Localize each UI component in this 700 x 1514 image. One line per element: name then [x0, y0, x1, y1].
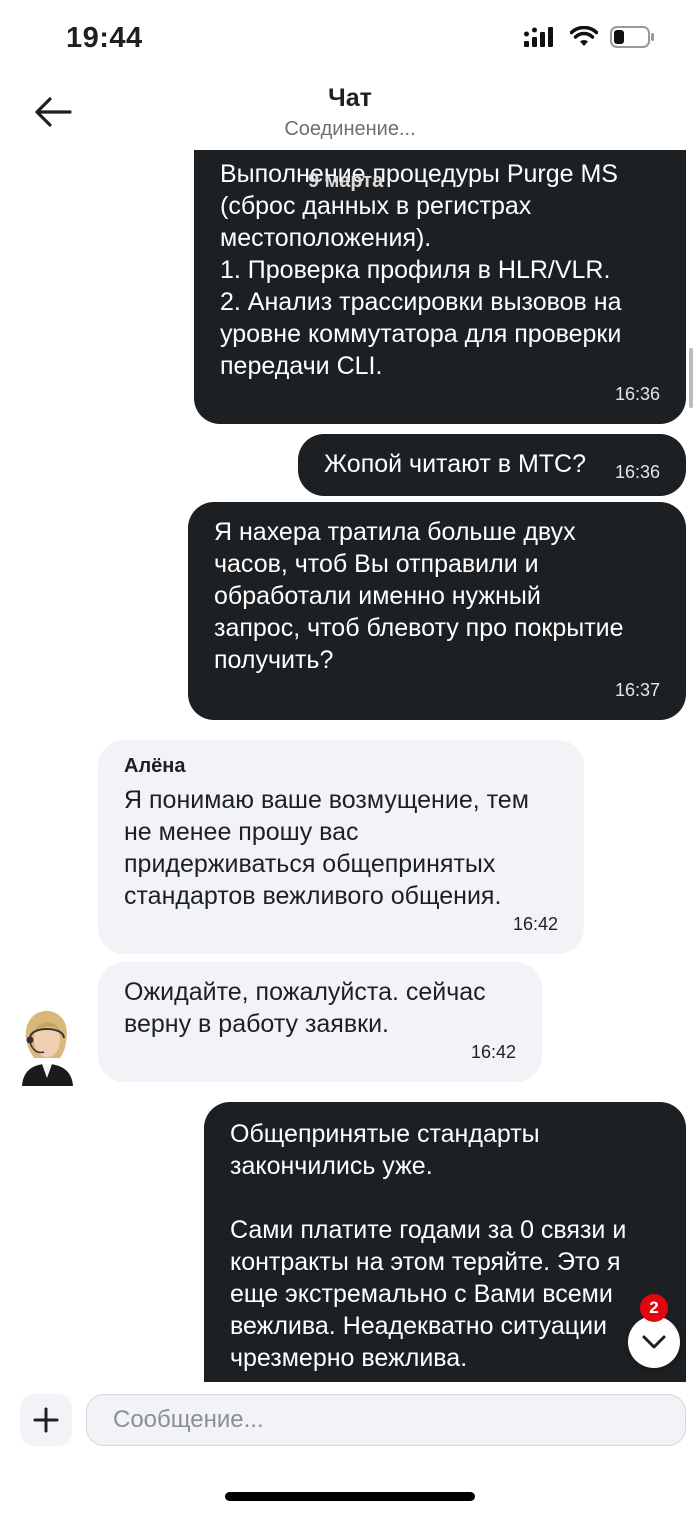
attach-button[interactable] — [20, 1394, 72, 1446]
cellular-signal-icon — [524, 27, 553, 47]
plus-icon — [33, 1407, 59, 1433]
message-text: Выполнение процедуры Purge MS (сброс дан… — [220, 160, 622, 380]
message-time: 16:36 — [614, 384, 660, 404]
home-indicator[interactable] — [225, 1492, 475, 1501]
page-title: Чат — [328, 84, 372, 112]
message-incoming[interactable]: Алёна Я понимаю ваше возмущение, тем не … — [98, 740, 584, 954]
date-separator: 9 марта — [308, 170, 384, 192]
battery-icon — [610, 26, 654, 48]
message-outgoing[interactable]: Жопой читают в МТС? 16:36 — [298, 434, 686, 496]
wifi-icon — [570, 26, 598, 46]
message-outgoing[interactable]: Я нахера тратила больше двух часов, чтоб… — [188, 502, 686, 720]
message-text: Общепринятые стандарты закончились уже. … — [230, 1120, 627, 1372]
message-incoming[interactable]: Ожидайте, пожалуйста. сейчас верну в раб… — [98, 962, 542, 1082]
message-text: Я нахера тратила больше двух часов, чтоб… — [214, 518, 624, 674]
message-time: 16:36 — [614, 462, 660, 482]
message-text: Я понимаю ваше возмущение, тем не менее … — [124, 786, 529, 910]
status-time: 19:44 — [66, 22, 143, 54]
chat-messages[interactable]: Выполнение процедуры Purge MS (сброс дан… — [0, 150, 700, 1382]
chat-scrollbar[interactable] — [689, 348, 693, 408]
status-bar: 19:44 — [0, 0, 700, 80]
composer — [0, 1382, 700, 1514]
message-input[interactable] — [86, 1394, 686, 1446]
message-time: 16:42 — [470, 1042, 516, 1062]
chat-header: Чат Соединение... — [0, 80, 700, 150]
status-icons — [524, 26, 656, 48]
message-outgoing[interactable]: Выполнение процедуры Purge MS (сброс дан… — [194, 150, 686, 424]
message-text: Ожидайте, пожалуйста. сейчас верну в раб… — [124, 978, 486, 1038]
message-time: 16:42 — [512, 914, 558, 934]
unread-count-badge: 2 — [640, 1294, 668, 1322]
message-outgoing[interactable]: Общепринятые стандарты закончились уже. … — [204, 1102, 686, 1382]
scroll-to-bottom-button[interactable] — [628, 1316, 680, 1368]
chevron-down-icon — [642, 1335, 666, 1349]
connection-status: Соединение... — [284, 118, 416, 140]
sender-name: Алёна — [124, 755, 186, 777]
operator-avatar — [22, 1010, 73, 1086]
message-time: 16:37 — [614, 680, 660, 700]
